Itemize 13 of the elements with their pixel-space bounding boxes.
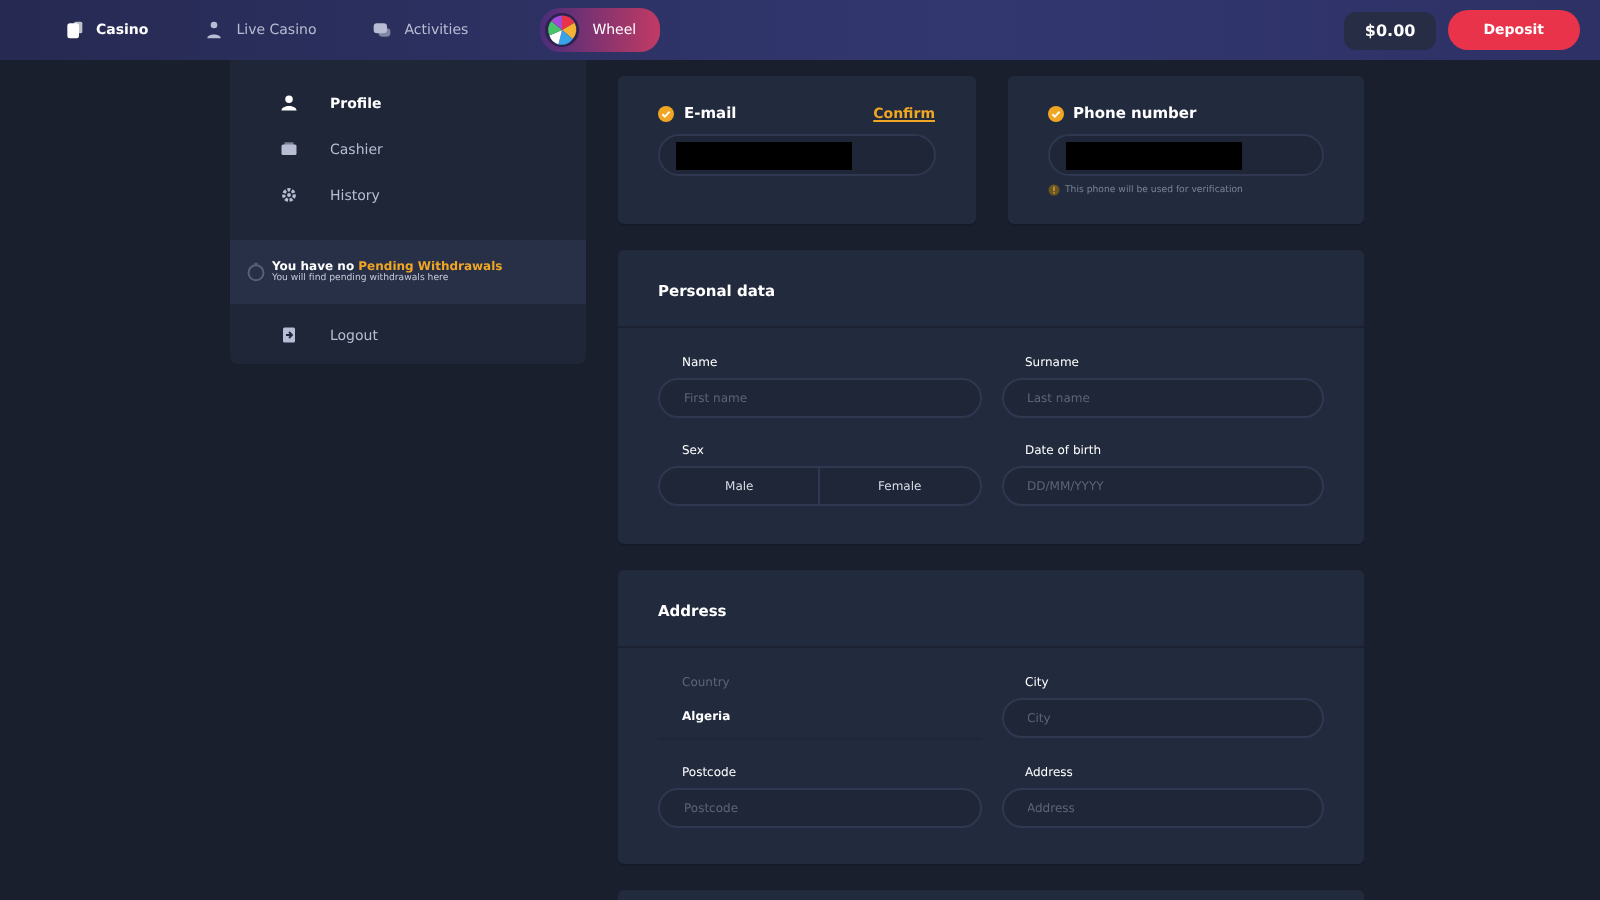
wallet-icon — [280, 140, 298, 158]
gear-icon — [280, 186, 298, 204]
input-field[interactable] — [1047, 134, 1324, 176]
logout-icon — [280, 326, 298, 344]
clock-icon — [246, 262, 266, 282]
user-icon — [280, 94, 298, 112]
people-icon — [204, 20, 225, 40]
info-icon — [1047, 184, 1059, 196]
input-field[interactable] — [658, 134, 935, 176]
balance-amount: $0.00 — [1344, 11, 1436, 49]
cards-icon — [64, 20, 84, 40]
chat-icon — [372, 20, 393, 40]
wheel-icon — [544, 12, 581, 48]
